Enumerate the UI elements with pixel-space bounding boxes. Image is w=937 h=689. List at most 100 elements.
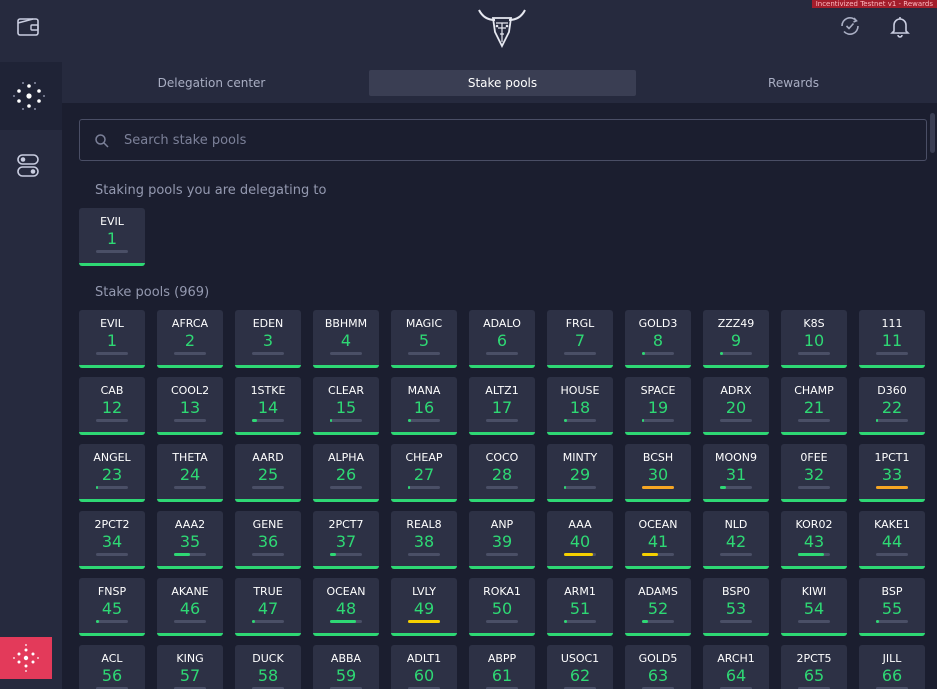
- pool-tile-underline: [859, 566, 925, 569]
- search-input[interactable]: [124, 120, 904, 160]
- pool-tile[interactable]: COOL2 13: [157, 377, 223, 435]
- pool-ticker: 2PCT5: [796, 652, 832, 665]
- pool-tile[interactable]: 2PCT7 37: [313, 511, 379, 569]
- pool-tile[interactable]: MAGIC 5: [391, 310, 457, 368]
- pool-tile[interactable]: MANA 16: [391, 377, 457, 435]
- pool-rank: 42: [725, 532, 747, 551]
- cardano-logo-icon[interactable]: [0, 637, 52, 679]
- saturation-bar: [96, 620, 128, 623]
- pool-tile[interactable]: BBHMM 4: [313, 310, 379, 368]
- saturation-bar: [252, 553, 284, 556]
- pool-tile[interactable]: ADALO 6: [469, 310, 535, 368]
- pool-tile[interactable]: REAL8 38: [391, 511, 457, 569]
- pool-tile[interactable]: KIWI 54: [781, 578, 847, 636]
- pool-ticker: USOC1: [560, 652, 600, 665]
- pool-tile[interactable]: DUCK 58: [235, 645, 301, 689]
- pool-tile[interactable]: D360 22: [859, 377, 925, 435]
- pool-tile[interactable]: ANGEL 23: [79, 444, 145, 502]
- saturation-fill: [408, 486, 410, 489]
- pool-tile[interactable]: ALTZ1 17: [469, 377, 535, 435]
- pool-tile[interactable]: K8S 10: [781, 310, 847, 368]
- pool-tile[interactable]: ACL 56: [79, 645, 145, 689]
- pool-tile[interactable]: FNSP 45: [79, 578, 145, 636]
- pool-tile-underline: [859, 633, 925, 636]
- pool-tile[interactable]: AAA2 35: [157, 511, 223, 569]
- pool-tile[interactable]: 111 11: [859, 310, 925, 368]
- pool-tile[interactable]: OCEAN 48: [313, 578, 379, 636]
- saturation-bar: [642, 486, 674, 489]
- pool-tile[interactable]: 0FEE 32: [781, 444, 847, 502]
- pool-tile[interactable]: EVIL 1: [79, 310, 145, 368]
- pool-tile[interactable]: BCSH 30: [625, 444, 691, 502]
- pool-tile[interactable]: LVLY 49: [391, 578, 457, 636]
- pool-tile[interactable]: KAKE1 44: [859, 511, 925, 569]
- pool-tile[interactable]: ANP 39: [469, 511, 535, 569]
- pool-tile[interactable]: AARD 25: [235, 444, 301, 502]
- pool-tile[interactable]: FRGL 7: [547, 310, 613, 368]
- sync-check-icon[interactable]: [838, 14, 862, 38]
- pool-tile[interactable]: AFRCA 2: [157, 310, 223, 368]
- pool-tile[interactable]: EDEN 3: [235, 310, 301, 368]
- wallet-icon[interactable]: [14, 14, 42, 40]
- bell-icon[interactable]: [888, 14, 912, 38]
- pool-tile[interactable]: THETA 24: [157, 444, 223, 502]
- tab-stake-pools[interactable]: Stake pools: [369, 70, 636, 96]
- pool-tile[interactable]: 2PCT5 65: [781, 645, 847, 689]
- pool-tile[interactable]: CLEAR 15: [313, 377, 379, 435]
- pool-tile[interactable]: SPACE 19: [625, 377, 691, 435]
- pool-rank: 46: [179, 599, 201, 618]
- pool-tile[interactable]: OCEAN 41: [625, 511, 691, 569]
- pool-tile[interactable]: ALPHA 26: [313, 444, 379, 502]
- pool-tile[interactable]: 2PCT2 34: [79, 511, 145, 569]
- pool-tile[interactable]: JILL 66: [859, 645, 925, 689]
- sidebar-item-staking[interactable]: [0, 62, 62, 130]
- pool-tile[interactable]: 1PCT1 33: [859, 444, 925, 502]
- pool-rank: 34: [101, 532, 123, 551]
- pool-tile[interactable]: GOLD5 63: [625, 645, 691, 689]
- pool-tile[interactable]: NLD 42: [703, 511, 769, 569]
- pool-tile[interactable]: ARCH1 64: [703, 645, 769, 689]
- saturation-bar: [408, 620, 440, 623]
- pool-tile[interactable]: AAA 40: [547, 511, 613, 569]
- pool-tile[interactable]: CHEAP 27: [391, 444, 457, 502]
- pool-tile[interactable]: KOR02 43: [781, 511, 847, 569]
- pool-tile[interactable]: ADRX 20: [703, 377, 769, 435]
- scrollbar-thumb[interactable]: [930, 113, 935, 153]
- pool-tile-underline: [313, 432, 379, 435]
- pool-tile[interactable]: BSP0 53: [703, 578, 769, 636]
- tab-delegation-center[interactable]: Delegation center: [78, 70, 345, 96]
- pool-tile[interactable]: GOLD3 8: [625, 310, 691, 368]
- pool-tile[interactable]: BSP 55: [859, 578, 925, 636]
- pool-rank: 33: [881, 465, 903, 484]
- pool-tile[interactable]: CAB 12: [79, 377, 145, 435]
- saturation-bar: [798, 620, 830, 623]
- pool-rank: 59: [335, 666, 357, 685]
- pool-tile[interactable]: MINTY 29: [547, 444, 613, 502]
- pool-tile[interactable]: ADLT1 60: [391, 645, 457, 689]
- pool-tile[interactable]: MOON9 31: [703, 444, 769, 502]
- pool-tile[interactable]: 1STKE 14: [235, 377, 301, 435]
- pool-tile[interactable]: ABPP 61: [469, 645, 535, 689]
- pool-tile[interactable]: ZZZ49 9: [703, 310, 769, 368]
- pool-tile[interactable]: USOC1 62: [547, 645, 613, 689]
- pool-tile[interactable]: EVIL 1: [79, 208, 145, 266]
- pool-tile[interactable]: ADAMS 52: [625, 578, 691, 636]
- pool-ticker: ADAMS: [638, 585, 678, 598]
- pool-tile[interactable]: KING 57: [157, 645, 223, 689]
- pool-tile[interactable]: ROKA1 50: [469, 578, 535, 636]
- pool-tile[interactable]: AKANE 46: [157, 578, 223, 636]
- pool-rank: 39: [491, 532, 513, 551]
- pool-tile[interactable]: HOUSE 18: [547, 377, 613, 435]
- pool-ticker: ABBA: [330, 652, 362, 665]
- pool-tile-underline: [859, 432, 925, 435]
- pool-tile[interactable]: GENE 36: [235, 511, 301, 569]
- pool-tile[interactable]: ARM1 51: [547, 578, 613, 636]
- saturation-bar: [174, 419, 206, 422]
- tab-rewards[interactable]: Rewards: [660, 70, 927, 96]
- pool-tile[interactable]: COCO 28: [469, 444, 535, 502]
- pool-tile[interactable]: ABBA 59: [313, 645, 379, 689]
- pool-tile[interactable]: TRUE 47: [235, 578, 301, 636]
- settings-toggle-icon[interactable]: [14, 150, 42, 180]
- pool-tile[interactable]: CHAMP 21: [781, 377, 847, 435]
- saturation-bar: [96, 553, 128, 556]
